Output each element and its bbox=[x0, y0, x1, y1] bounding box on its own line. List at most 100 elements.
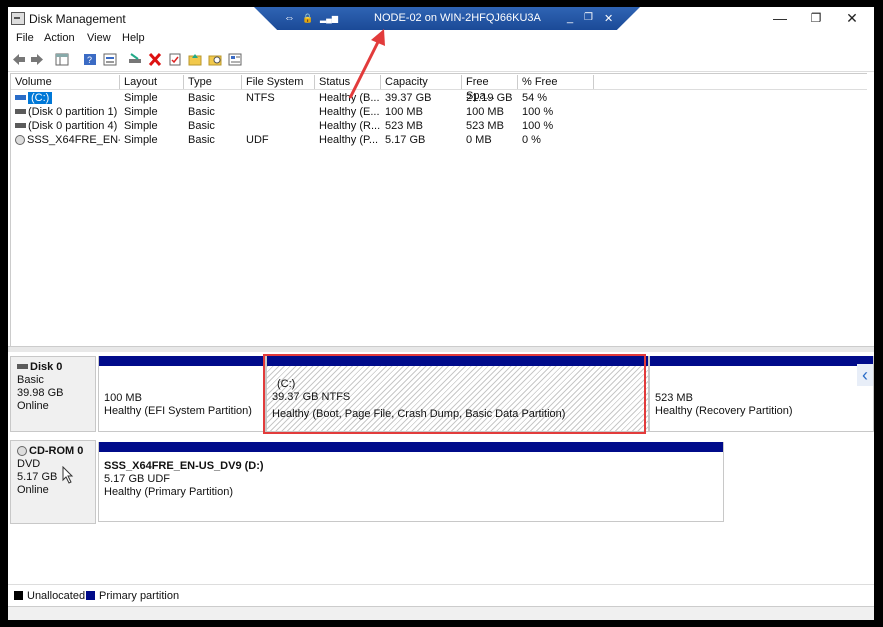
capacity-cell: 100 MB bbox=[385, 106, 423, 118]
pin-icon[interactable]: ⇔ bbox=[284, 12, 295, 24]
column-header-file-system[interactable]: File System bbox=[242, 75, 315, 89]
close-button[interactable]: ✕ bbox=[834, 7, 870, 29]
file-system-cell: NTFS bbox=[246, 92, 275, 104]
type-cell: Basic bbox=[188, 106, 215, 118]
column-header-volume[interactable]: Volume bbox=[11, 75, 120, 89]
maximize-button[interactable]: ❐ bbox=[798, 7, 834, 29]
cd-drive-icon bbox=[15, 135, 25, 146]
legend-unallocated-swatch bbox=[14, 591, 23, 600]
column-header-type[interactable]: Type bbox=[184, 75, 242, 89]
volume-name: SSS_X64FRE_EN-U... bbox=[27, 134, 120, 146]
volume-row-partition-4[interactable]: (Disk 0 partition 4) Simple Basic Health… bbox=[11, 119, 867, 133]
column-header-percent-free[interactable]: % Free bbox=[518, 75, 594, 89]
partition-title: SSS_X64FRE_EN-US_DV9 (D:) bbox=[104, 460, 264, 472]
forward-arrow-icon[interactable] bbox=[30, 53, 44, 66]
partition-text: SSS_X64FRE_EN-US_DV9 (D:) 5.17 GB UDF He… bbox=[104, 460, 264, 499]
file-system-cell: UDF bbox=[246, 134, 269, 146]
status-cell: Healthy (R... bbox=[319, 120, 381, 132]
volume-list-header: Volume Layout Type File System Status Ca… bbox=[11, 74, 867, 102]
status-bar bbox=[8, 606, 874, 620]
volume-list[interactable]: Volume Layout Type File System Status Ca… bbox=[10, 73, 867, 347]
highlight-annotation-box bbox=[263, 354, 646, 434]
properties-icon[interactable] bbox=[103, 53, 117, 66]
partition-efi[interactable]: 100 MB Healthy (EFI System Partition) bbox=[98, 356, 266, 432]
remote-restore-button[interactable]: ❐ bbox=[584, 12, 593, 23]
menu-action[interactable]: Action bbox=[44, 32, 75, 44]
volume-row-dvd[interactable]: SSS_X64FRE_EN-U... Simple Basic UDF Heal… bbox=[11, 133, 867, 147]
menu-bar: File Action View Help bbox=[8, 31, 874, 49]
free-space-cell: 523 MB bbox=[466, 120, 504, 132]
percent-free-cell: 100 % bbox=[522, 106, 554, 118]
search-folder-icon[interactable] bbox=[208, 53, 222, 66]
partition-status: Healthy (EFI System Partition) bbox=[104, 405, 252, 417]
console-tree-icon[interactable] bbox=[55, 53, 69, 66]
disk-management-app-icon bbox=[11, 12, 25, 25]
capacity-cell: 523 MB bbox=[385, 120, 423, 132]
delete-icon[interactable] bbox=[148, 53, 162, 66]
disk-icon bbox=[17, 363, 28, 369]
remote-connection-title: NODE-02 on WIN-2HFQJ66KU3A bbox=[374, 12, 541, 24]
free-space-cell: 21.19 GB bbox=[466, 92, 513, 104]
list-view-icon[interactable] bbox=[228, 53, 242, 66]
checklist-icon[interactable] bbox=[168, 53, 182, 66]
cdrom-0-name: CD-ROM 0 bbox=[29, 445, 84, 457]
partition-text: 523 MB Healthy (Recovery Partition) bbox=[655, 392, 793, 418]
cdrom-0-kind: DVD bbox=[17, 458, 41, 470]
type-cell: Basic bbox=[188, 120, 215, 132]
volume-cell: SSS_X64FRE_EN-U... bbox=[11, 133, 120, 147]
disk-name: Disk 0 bbox=[17, 361, 95, 374]
percent-free-cell: 100 % bbox=[522, 120, 554, 132]
connect-icon[interactable] bbox=[128, 53, 142, 66]
disk-0-label[interactable]: Disk 0 Basic 39.98 GB Online bbox=[10, 356, 96, 432]
cdrom-0-label[interactable]: CD-ROM 0 DVD 5.17 GB Online bbox=[10, 440, 96, 524]
toolbar: ? bbox=[8, 49, 874, 72]
type-cell: Basic bbox=[188, 134, 215, 146]
capacity-cell: 5.17 GB bbox=[385, 134, 426, 146]
partition-recovery[interactable]: 523 MB Healthy (Recovery Partition) ‹ bbox=[649, 356, 874, 432]
percent-free-cell: 0 % bbox=[522, 134, 541, 146]
disk-name: CD-ROM 0 bbox=[17, 445, 95, 458]
signal-icon[interactable]: ▂▄▆ bbox=[320, 14, 338, 23]
remote-close-button[interactable]: ✕ bbox=[604, 12, 613, 25]
layout-cell: Simple bbox=[124, 106, 158, 118]
status-cell: Healthy (P... bbox=[319, 134, 379, 146]
status-cell: Healthy (E... bbox=[319, 106, 380, 118]
svg-text:?: ? bbox=[87, 55, 92, 65]
drive-icon bbox=[15, 122, 26, 128]
scroll-left-arrow-icon[interactable]: ‹ bbox=[857, 364, 873, 386]
volume-name-selected: (C:) bbox=[28, 92, 53, 104]
window-title: Disk Management bbox=[29, 12, 126, 26]
menu-view[interactable]: View bbox=[87, 32, 111, 44]
legend-primary-label: Primary partition bbox=[99, 590, 180, 602]
volume-row-c[interactable]: (C:) Simple Basic NTFS Healthy (B... 39.… bbox=[11, 91, 867, 105]
minimize-button[interactable]: — bbox=[762, 7, 798, 29]
cd-drive-icon bbox=[17, 446, 27, 457]
remote-minimize-button[interactable]: _ bbox=[567, 12, 573, 24]
column-header-layout[interactable]: Layout bbox=[120, 75, 184, 89]
type-cell: Basic bbox=[188, 92, 215, 104]
partition-bar bbox=[99, 442, 723, 452]
cdrom-0-state: Online bbox=[17, 484, 49, 496]
volume-cell: (Disk 0 partition 1) bbox=[11, 105, 120, 119]
mouse-cursor-icon bbox=[62, 466, 74, 484]
disk-0-state: Online bbox=[17, 400, 49, 412]
help-icon[interactable]: ? bbox=[83, 53, 97, 66]
legend-unallocated-label: Unallocated bbox=[27, 590, 86, 602]
partition-status: Healthy (Recovery Partition) bbox=[655, 405, 793, 417]
menu-help[interactable]: Help bbox=[122, 32, 145, 44]
remote-connection-bar: ⇔ 🔒 ▂▄▆ NODE-02 on WIN-2HFQJ66KU3A _ ❐ ✕ bbox=[254, 7, 640, 30]
column-header-free-space[interactable]: Free Spa... bbox=[462, 75, 518, 102]
partition-dvd[interactable]: SSS_X64FRE_EN-US_DV9 (D:) 5.17 GB UDF He… bbox=[98, 442, 724, 522]
menu-file[interactable]: File bbox=[16, 32, 34, 44]
legend-primary-swatch bbox=[86, 591, 95, 600]
folder-up-icon[interactable] bbox=[188, 53, 202, 66]
partition-size: 100 MB bbox=[104, 392, 142, 404]
free-space-cell: 100 MB bbox=[466, 106, 504, 118]
back-arrow-icon[interactable] bbox=[12, 53, 26, 66]
volume-name: (Disk 0 partition 4) bbox=[28, 120, 118, 132]
volume-row-partition-1[interactable]: (Disk 0 partition 1) Simple Basic Health… bbox=[11, 105, 867, 119]
volume-name: (Disk 0 partition 1) bbox=[28, 106, 118, 118]
free-space-cell: 0 MB bbox=[466, 134, 492, 146]
volume-cell: (C:) bbox=[11, 91, 120, 105]
disk-0-size: 39.98 GB bbox=[17, 387, 64, 399]
